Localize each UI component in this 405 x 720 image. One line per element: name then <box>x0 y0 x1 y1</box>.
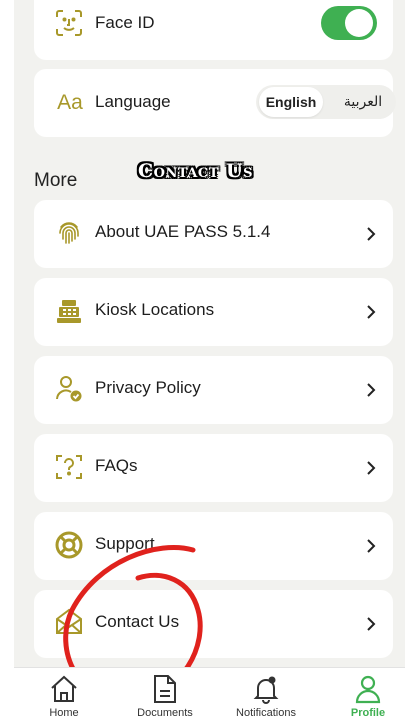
nav-label: Documents <box>137 707 193 719</box>
menu-item-label: Privacy Policy <box>95 378 201 397</box>
face-id-icon <box>54 8 84 38</box>
nav-home[interactable]: Home <box>24 668 104 720</box>
chevron-right-icon <box>367 617 376 631</box>
settings-screen: Face ID Aa Language English العربية More… <box>14 0 405 667</box>
nav-label: Notifications <box>236 707 296 719</box>
language-option-arabic[interactable]: العربية <box>331 87 395 117</box>
kiosk-icon <box>54 296 84 326</box>
lifebuoy-icon <box>54 530 84 560</box>
face-id-toggle[interactable] <box>321 6 377 40</box>
envelope-icon <box>54 607 84 637</box>
nav-profile[interactable]: Profile <box>328 668 405 720</box>
menu-item-label: Contact Us <box>95 612 180 631</box>
document-icon <box>154 675 176 703</box>
menu-item-label: FAQs <box>95 456 138 475</box>
language-aa-icon: Aa <box>57 91 83 114</box>
profile-icon <box>355 675 381 704</box>
nav-label: Profile <box>350 707 386 719</box>
menu-item-support[interactable]: Support <box>34 512 393 580</box>
language-row: Aa Language English العربية <box>34 69 396 137</box>
menu-item-label: About UAE PASS 5.1.4 <box>95 222 271 241</box>
bell-icon <box>253 676 279 704</box>
nav-documents[interactable]: Documents <box>125 668 205 720</box>
language-option-english[interactable]: English <box>259 87 323 117</box>
menu-item-label: Kiosk Locations <box>95 300 215 319</box>
home-icon <box>51 675 77 702</box>
left-edge <box>0 0 14 720</box>
privacy-user-icon <box>54 374 84 404</box>
chevron-right-icon <box>367 227 376 241</box>
chevron-right-icon <box>367 383 376 397</box>
menu-item-about[interactable]: About UAE PASS 5.1.4 <box>34 200 393 268</box>
bottom-nav: Home Documents Notifications Profile <box>14 667 405 720</box>
faq-icon <box>54 452 84 482</box>
menu-item-label: Support <box>95 534 155 553</box>
language-switch: English العربية <box>256 85 396 119</box>
more-section-title: More <box>34 170 78 191</box>
nav-label: Home <box>49 707 79 719</box>
face-id-row: Face ID <box>34 0 393 60</box>
chevron-right-icon <box>367 461 376 475</box>
overlay-caption: Contact Us <box>138 160 253 182</box>
nav-notifications[interactable]: Notifications <box>226 668 306 720</box>
fingerprint-icon <box>54 218 84 248</box>
toggle-knob <box>345 9 373 37</box>
menu-item-faqs[interactable]: FAQs <box>34 434 393 502</box>
menu-item-kiosk-locations[interactable]: Kiosk Locations <box>34 278 393 346</box>
chevron-right-icon <box>367 539 376 553</box>
chevron-right-icon <box>367 305 376 319</box>
face-id-label: Face ID <box>95 13 155 32</box>
menu-item-privacy-policy[interactable]: Privacy Policy <box>34 356 393 424</box>
menu-item-contact-us[interactable]: Contact Us <box>34 590 393 658</box>
language-label: Language <box>95 92 171 111</box>
